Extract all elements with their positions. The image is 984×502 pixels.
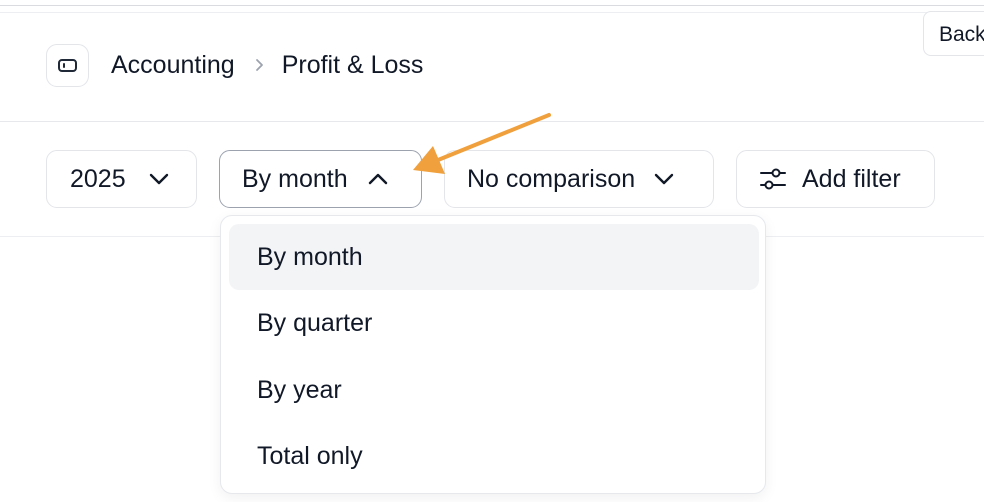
add-filter-button[interactable]: Add filter [736,150,935,208]
period-option-by-quarter[interactable]: By quarter [229,290,759,356]
period-option-total-only[interactable]: Total only [229,423,759,489]
chevron-down-icon [653,172,675,186]
chevron-up-icon [367,172,389,186]
sidebar-toggle-icon [58,59,77,72]
comparison-select[interactable]: No comparison [444,150,714,208]
top-divider [0,5,984,6]
period-select-value: By month [242,164,348,193]
sidebar-toggle-button[interactable] [46,44,89,87]
option-label: By month [257,242,363,271]
period-dropdown-menu: By month By quarter By year Total only [220,215,766,494]
chevron-down-icon [148,172,170,186]
sliders-icon [759,166,787,192]
app-window: Accounting Profit & Loss Back 2025 By mo… [0,0,984,502]
year-select[interactable]: 2025 [46,150,197,208]
period-option-by-month[interactable]: By month [229,224,759,290]
page-header: Accounting Profit & Loss [0,12,984,122]
breadcrumb-item-accounting[interactable]: Accounting [111,51,235,80]
breadcrumb: Accounting Profit & Loss [111,49,423,81]
breadcrumb-item-current: Profit & Loss [281,50,424,79]
chevron-right-icon [255,58,264,72]
back-button[interactable]: Back [923,11,984,56]
option-label: By quarter [257,308,373,337]
comparison-select-value: No comparison [467,164,636,193]
period-option-by-year[interactable]: By year [229,357,759,423]
option-label: By year [257,375,342,404]
add-filter-label: Add filter [802,164,901,193]
year-select-value: 2025 [70,164,126,193]
option-label: Total only [257,441,363,470]
period-select[interactable]: By month [219,150,422,208]
